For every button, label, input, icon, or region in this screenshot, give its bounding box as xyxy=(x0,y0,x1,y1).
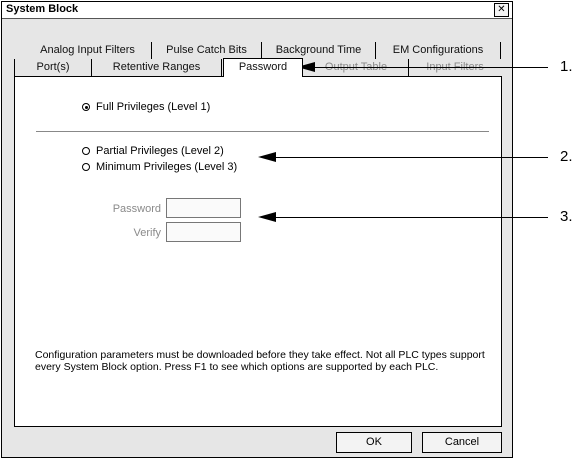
tab-label: Port(s) xyxy=(36,61,70,73)
tab-label: EM Configurations xyxy=(392,44,484,56)
callout-line-2 xyxy=(275,157,548,158)
minimum-privileges-radio[interactable]: Minimum Privileges (Level 3) xyxy=(82,161,237,173)
callout-1-label: 1. xyxy=(560,58,573,75)
callout-arrow-2-icon xyxy=(258,152,276,162)
callout-arrow-3-icon xyxy=(258,212,276,222)
full-privileges-label: Full Privileges (Level 1) xyxy=(96,101,211,113)
tab-password[interactable]: Password xyxy=(223,58,303,77)
password-input[interactable] xyxy=(166,198,241,218)
partial-privileges-radio[interactable]: Partial Privileges (Level 2) xyxy=(82,145,224,157)
tab-retentive-ranges[interactable]: Retentive Ranges xyxy=(92,59,222,76)
tab-em-configurations[interactable]: EM Configurations xyxy=(376,42,501,59)
callout-line-3 xyxy=(275,217,548,218)
tab-ports[interactable]: Port(s) xyxy=(14,59,92,76)
close-icon[interactable]: ✕ xyxy=(494,3,509,17)
tab-background-time[interactable]: Background Time xyxy=(262,42,376,59)
radio-selected-icon xyxy=(82,103,90,111)
tab-label: Pulse Catch Bits xyxy=(166,44,247,56)
full-privileges-radio[interactable]: Full Privileges (Level 1) xyxy=(82,101,210,113)
cancel-button[interactable]: Cancel xyxy=(422,432,502,453)
separator xyxy=(36,131,489,132)
tab-label: Analog Input Filters xyxy=(40,44,135,56)
verify-label: Verify xyxy=(133,227,161,239)
title-bar[interactable]: System Block ✕ xyxy=(2,2,512,19)
minimum-privileges-label: Minimum Privileges (Level 3) xyxy=(96,161,238,173)
callout-3-label: 3. xyxy=(560,208,573,225)
system-block-dialog: System Block ✕ Analog Input Filters Puls… xyxy=(1,1,513,458)
tab-label: Password xyxy=(238,61,288,73)
password-label: Password xyxy=(112,203,161,215)
verify-input[interactable] xyxy=(166,222,241,242)
tab-analog-input-filters[interactable]: Analog Input Filters xyxy=(24,42,152,59)
tab-pulse-catch-bits[interactable]: Pulse Catch Bits xyxy=(152,42,262,59)
password-tab-panel: Full Privileges (Level 1) Partial Privil… xyxy=(14,76,502,427)
window-title: System Block xyxy=(6,3,79,15)
download-notice: Configuration parameters must be downloa… xyxy=(35,349,485,373)
radio-unselected-icon xyxy=(82,163,90,171)
partial-privileges-label: Partial Privileges (Level 2) xyxy=(96,145,224,157)
tab-label: Retentive Ranges xyxy=(112,61,201,73)
tab-label: Background Time xyxy=(275,44,362,56)
callout-line-1 xyxy=(314,67,548,68)
callout-2-label: 2. xyxy=(560,148,573,165)
ok-button[interactable]: OK xyxy=(336,432,412,453)
radio-unselected-icon xyxy=(82,147,90,155)
